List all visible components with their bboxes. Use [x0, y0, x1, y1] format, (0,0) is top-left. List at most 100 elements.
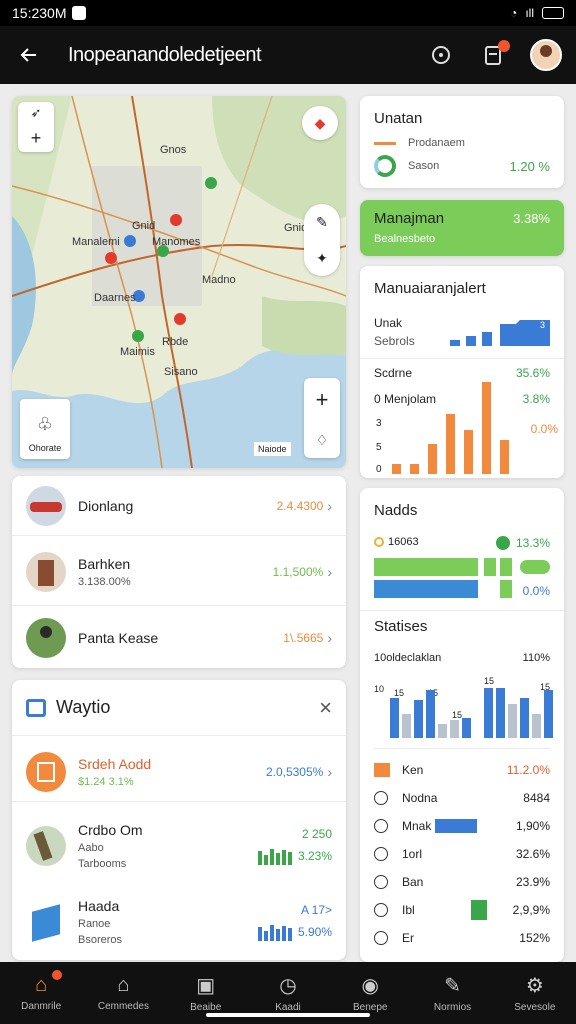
panel3-value: 0.0%	[530, 422, 558, 436]
manajman-card[interactable]: Manajman 3.38% Bealnesbeto	[360, 200, 564, 256]
stats-label: Nodna	[402, 791, 438, 805]
list-item[interactable]: Barhken 3.138.00% 1.1,500% ›	[12, 538, 346, 606]
overview-row1: Prodanaem	[408, 137, 465, 149]
notifications-button[interactable]	[478, 40, 510, 70]
stats-row[interactable]: Ban 23.9%	[374, 868, 550, 896]
axis-tick: 3	[376, 418, 382, 429]
nav-label: Normios	[433, 1002, 472, 1013]
stats-row[interactable]: Nodna 8484	[374, 784, 550, 812]
map-label: Madno	[202, 274, 236, 286]
stats-bar	[435, 819, 478, 833]
back-button[interactable]	[14, 40, 44, 70]
waytio-panel: Waytio × Srdeh Aodd $1.24 3.1% 2.0,5305%…	[12, 680, 346, 960]
stats-label: Mnak	[402, 819, 432, 833]
app-bar: Inopeanandoledetjeent	[0, 26, 576, 84]
list-item[interactable]: Dionlang 2.4.4300 ›	[12, 476, 346, 536]
stats-sub: 10oldeclaklan	[374, 652, 442, 664]
nodes-stats-card: Nadds 16063 13.3% 0.0% Statises 10oldecl…	[360, 488, 564, 962]
stats-bar-chart	[390, 688, 553, 738]
status-dot-icon	[374, 537, 384, 547]
place-value: 1\.5665	[283, 631, 324, 645]
list-item[interactable]: Panta Kease 1\.5665 ›	[12, 608, 346, 668]
close-icon[interactable]: ×	[319, 695, 332, 721]
map-pin-red-2	[105, 252, 117, 264]
zoom-in-small-button[interactable]: +	[31, 128, 42, 149]
layers-button[interactable]: ◆	[302, 106, 338, 140]
waytio-sub2: Tarbooms	[78, 858, 127, 870]
map-legend[interactable]: ♧ Ohorate	[20, 399, 70, 459]
nav-label: Benepe	[353, 1002, 388, 1013]
gear-icon: ⚙	[525, 975, 544, 997]
stats-row[interactable]: Mnak 1,90%	[374, 812, 550, 840]
stats-row[interactable]: Er 152%	[374, 924, 550, 952]
stats-value: 1,90%	[515, 819, 550, 833]
nav-item-home[interactable]: ⌂ Danmrile	[0, 962, 82, 1024]
map-view[interactable]: Gnos Gnid Manalemi Manomes Madno Gnid Da…	[12, 96, 346, 468]
nodes-row2-value: 0.0%	[522, 584, 550, 598]
nav-item-edit[interactable]: ✎ Normios	[411, 962, 493, 1024]
nodes-bar-green-3	[500, 580, 512, 598]
refresh-button[interactable]	[426, 40, 456, 70]
zoom-in-button[interactable]: +	[316, 387, 329, 413]
waytio-top: A 17>	[300, 903, 332, 917]
home-indicator[interactable]	[206, 1013, 370, 1017]
stats-row[interactable]: Ibl 2,9,9%	[374, 896, 550, 924]
orange-line-icon	[374, 141, 396, 145]
edit-icon[interactable]: ✎	[316, 214, 328, 231]
map-pin-blue-1	[124, 235, 136, 247]
panel3-label: Scdrne	[374, 366, 413, 380]
waytio-name: Srdeh Aodd	[78, 755, 152, 772]
status-time: 15:230M	[12, 5, 67, 21]
map-tool-group: ➶ +	[18, 102, 54, 152]
car-thumbnail	[26, 485, 66, 526]
stats-value: 23.9%	[515, 875, 550, 889]
map-label: Maimis	[120, 346, 155, 358]
waytio-value: 2.0,5305%	[265, 764, 324, 779]
nav-item-settings[interactable]: ⚙ Sevesole	[494, 962, 576, 1024]
manajman-title: Manajman	[374, 210, 445, 227]
list-item[interactable]: Haada Ranoe Bsoreros A 17> 5.90%	[12, 892, 346, 952]
avatar[interactable]	[530, 39, 562, 71]
navigation-icon[interactable]: ➶	[31, 105, 42, 121]
map-label: Manalemi	[72, 236, 120, 248]
nav-badge	[52, 970, 62, 980]
map-label: Sisano	[164, 366, 198, 378]
nodes-bar-green-2	[500, 558, 512, 576]
panel3-value: 35.6%	[515, 366, 550, 380]
panel3-label: Unak	[374, 316, 403, 330]
stats-title: Statises	[374, 618, 428, 635]
place-name: Dionlang	[78, 497, 134, 514]
compass-icon[interactable]: ✦	[316, 250, 328, 267]
list-item[interactable]: Srdeh Aodd $1.24 3.1% 2.0,5305% ›	[12, 742, 346, 802]
stats-row[interactable]: Ken 11.2.0%	[374, 756, 550, 784]
nodes-bar-green	[374, 558, 478, 576]
nav-item-communities[interactable]: ⌂ Cemmedes	[82, 962, 164, 1024]
manajman-sub: Bealnesbeto	[374, 233, 436, 245]
stats-value: 11.2.0%	[506, 763, 550, 777]
chevron-right-icon: ›	[327, 563, 332, 580]
waytio-top: 2 250	[301, 827, 332, 841]
map-pin-green-3	[132, 330, 144, 342]
waytio-value: 5.90%	[297, 925, 332, 939]
location-icon[interactable]: ♢	[316, 432, 329, 449]
check-circle-icon	[374, 931, 388, 945]
legend-label: Ohorate	[28, 443, 62, 453]
map-mode-group: ✎ ✦	[304, 204, 340, 276]
nav-label: Cemmedes	[97, 1001, 149, 1012]
nav-label: Beaibe	[190, 1002, 222, 1013]
axis-tick: 5	[376, 442, 382, 453]
places-list: Dionlang 2.4.4300 › Barhken 3.138.00% 1.…	[12, 476, 346, 668]
check-circle-icon	[495, 536, 510, 550]
nodes-toggle[interactable]	[520, 560, 550, 574]
place-name: Panta Kease	[78, 630, 159, 646]
nodes-row1-value: 13.3%	[515, 536, 550, 550]
status-bar: 15:230M ◔ ıll	[0, 0, 576, 26]
nodes-title: Nadds	[374, 502, 418, 519]
stats-value: 152%	[519, 931, 550, 945]
list-item[interactable]: Crdbo Om Aabo Tarbooms 2 250 3.23%	[12, 816, 346, 876]
office-building-icon	[26, 902, 66, 942]
mini-bar-chart	[257, 923, 292, 941]
stats-row[interactable]: 1orl 32.6%	[374, 840, 550, 868]
overview-card[interactable]: Unatan Prodanaem Sason 1.20 %	[360, 96, 564, 188]
nav-label: Sevesole	[514, 1002, 556, 1013]
